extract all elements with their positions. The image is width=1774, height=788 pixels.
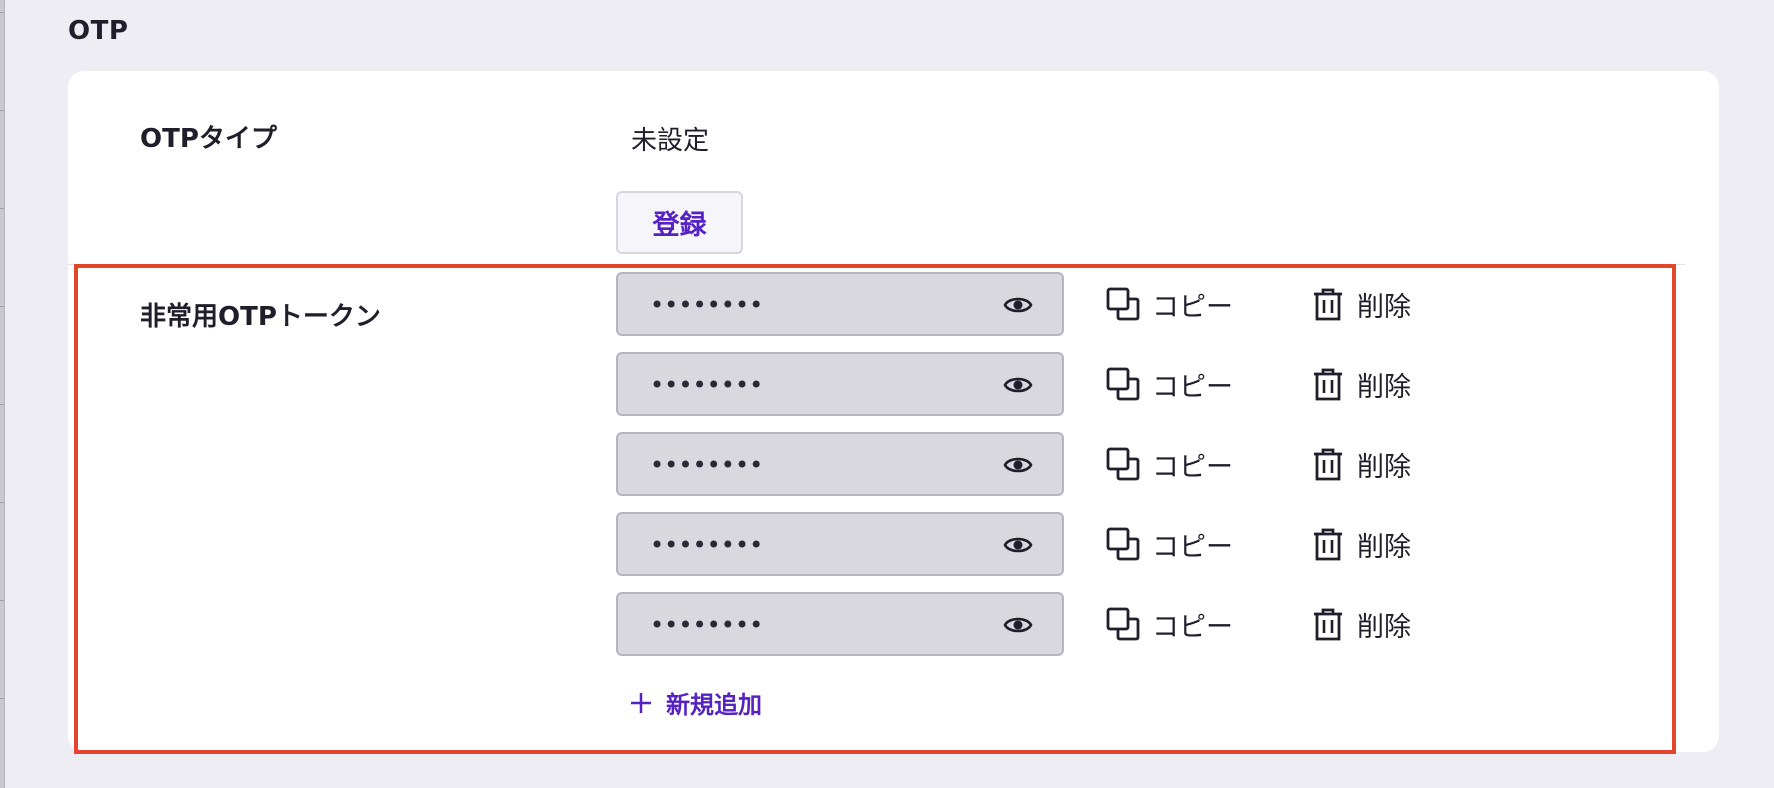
trash-icon [1310, 366, 1346, 402]
delete-button[interactable]: 削除 [1310, 446, 1411, 483]
token-masked-value: •••••••• [650, 611, 764, 639]
section-title: OTP [68, 16, 129, 46]
delete-button[interactable]: 削除 [1310, 286, 1411, 323]
trash-icon [1310, 446, 1346, 482]
copy-icon [1105, 366, 1141, 402]
rail-tick [0, 698, 4, 699]
copy-button[interactable]: コピー [1105, 606, 1233, 643]
add-token-label: 新規追加 [666, 691, 762, 719]
eye-icon[interactable] [1003, 612, 1033, 638]
rail-tick [0, 12, 4, 13]
token-row: •••••••• コピー 削除 [616, 272, 1446, 336]
rail-tick [0, 502, 4, 503]
copy-button[interactable]: コピー [1105, 286, 1233, 323]
token-row: •••••••• コピー 削除 [616, 352, 1446, 416]
rail-tick [0, 306, 4, 307]
copy-icon [1105, 526, 1141, 562]
copy-label: コピー [1152, 531, 1233, 563]
trash-icon [1310, 286, 1346, 322]
copy-button[interactable]: コピー [1105, 526, 1233, 563]
otp-type-value: 未設定 [631, 126, 710, 156]
add-token-link[interactable]: 新規追加 [630, 685, 762, 720]
token-masked-value: •••••••• [650, 371, 764, 399]
token-row: •••••••• コピー 削除 [616, 592, 1446, 656]
trash-icon [1310, 606, 1346, 642]
delete-label: 削除 [1357, 611, 1411, 643]
token-masked-value: •••••••• [650, 291, 764, 319]
copy-label: コピー [1152, 611, 1233, 643]
row-divider [68, 264, 1685, 265]
delete-button[interactable]: 削除 [1310, 526, 1411, 563]
copy-icon [1105, 606, 1141, 642]
delete-label: 削除 [1357, 531, 1411, 563]
token-masked-value: •••••••• [650, 531, 764, 559]
eye-icon[interactable] [1003, 372, 1033, 398]
register-button[interactable]: 登録 [616, 191, 743, 254]
otp-type-label: OTPタイプ [140, 124, 277, 154]
left-rail [0, 0, 5, 788]
copy-label: コピー [1152, 291, 1233, 323]
delete-label: 削除 [1357, 291, 1411, 323]
delete-label: 削除 [1357, 371, 1411, 403]
plus-icon [630, 692, 652, 714]
rail-tick [0, 600, 4, 601]
copy-icon [1105, 446, 1141, 482]
copy-label: コピー [1152, 451, 1233, 483]
delete-button[interactable]: 削除 [1310, 366, 1411, 403]
copy-label: コピー [1152, 371, 1233, 403]
token-field[interactable]: •••••••• [616, 272, 1064, 336]
rail-tick [0, 208, 4, 209]
rail-tick [0, 110, 4, 111]
emergency-token-label: 非常用OTPトークン [140, 302, 381, 332]
token-masked-value: •••••••• [650, 451, 764, 479]
token-field[interactable]: •••••••• [616, 432, 1064, 496]
eye-icon[interactable] [1003, 452, 1033, 478]
rail-tick [0, 404, 4, 405]
token-row: •••••••• コピー 削除 [616, 432, 1446, 496]
eye-icon[interactable] [1003, 292, 1033, 318]
trash-icon [1310, 526, 1346, 562]
copy-icon [1105, 286, 1141, 322]
token-row: •••••••• コピー 削除 [616, 512, 1446, 576]
token-field[interactable]: •••••••• [616, 592, 1064, 656]
delete-label: 削除 [1357, 451, 1411, 483]
token-field[interactable]: •••••••• [616, 352, 1064, 416]
copy-button[interactable]: コピー [1105, 446, 1233, 483]
delete-button[interactable]: 削除 [1310, 606, 1411, 643]
eye-icon[interactable] [1003, 532, 1033, 558]
token-field[interactable]: •••••••• [616, 512, 1064, 576]
copy-button[interactable]: コピー [1105, 366, 1233, 403]
